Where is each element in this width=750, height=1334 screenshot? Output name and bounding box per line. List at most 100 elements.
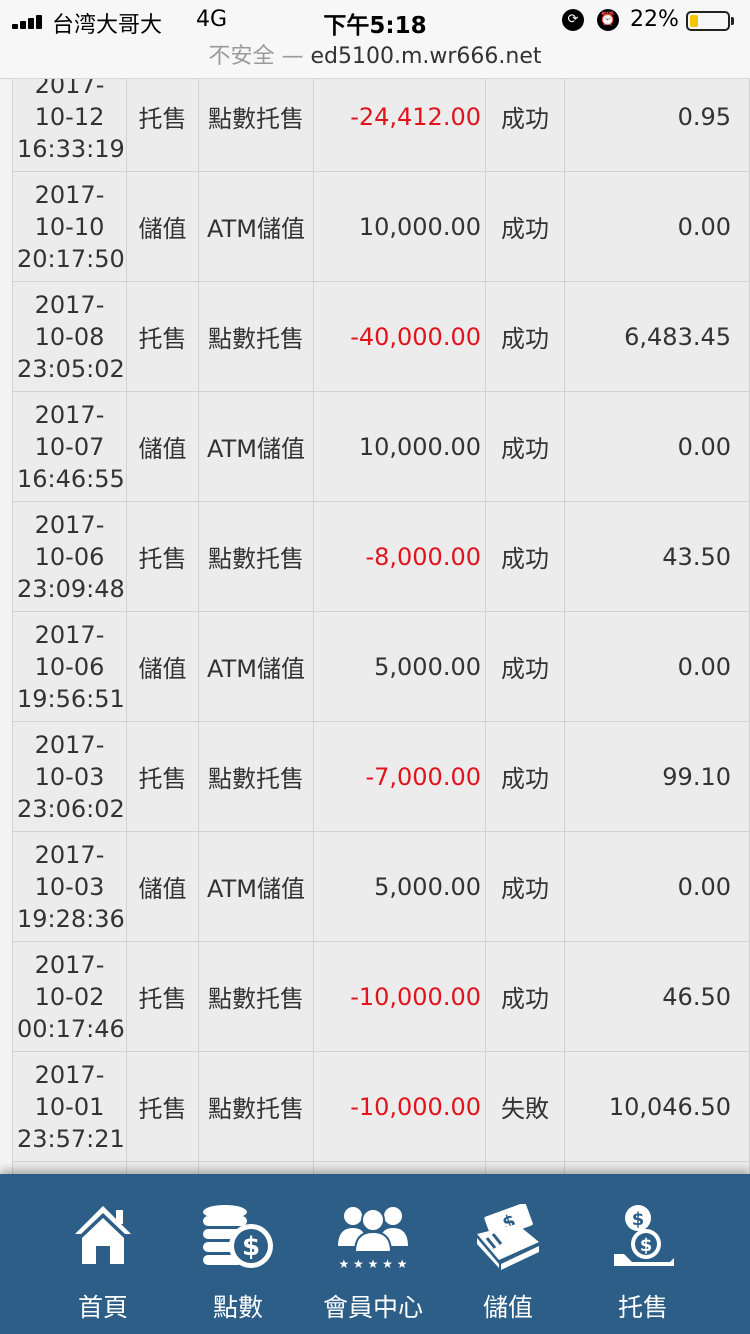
transaction-status: 成功 [485,501,565,612]
nav-sell-label: 托售 [617,1293,668,1322]
nav-points[interactable]: $ 點數 [163,1174,313,1334]
transaction-row: 2017- 10-10 20:17:50 儲值 ATM儲值 10,000.00 成功 0.00 [12,171,750,282]
nav-sell[interactable]: $ $ 托售 [568,1174,718,1334]
nav-members-label: 會員中心 [322,1293,423,1322]
transaction-description: 點數托售 [198,941,314,1052]
nav-points-label: 點數 [212,1293,263,1322]
battery-icon [686,11,730,31]
svg-text:★ ★ ★ ★ ★: ★ ★ ★ ★ ★ [338,1257,407,1270]
transaction-balance: 10,046.50 [564,1051,750,1162]
transaction-year: 2017- [34,950,105,979]
security-warning: 不安全 [208,44,275,69]
transaction-balance: 6,483.45 [564,281,750,392]
svg-text:$: $ [242,1232,260,1262]
transaction-type: 托售 [126,281,199,392]
transaction-balance: 0.00 [564,831,750,942]
transaction-type: 儲值 [126,391,199,502]
transaction-datetime: 2017- 10-06 23:09:48 [12,501,127,612]
transaction-description: ATM儲值 [198,391,314,502]
transaction-time: 23:57:21 [17,1124,125,1153]
transaction-amount: 5,000.00 [313,831,486,942]
transaction-status: 成功 [485,831,565,942]
transaction-type: 儲值 [126,831,199,942]
coins-icon: $ [163,1204,313,1274]
transaction-amount: 10,000.00 [313,171,486,282]
transaction-row: 2017- 10-03 19:28:36 儲值 ATM儲值 5,000.00 成功 0.00 [12,831,750,942]
transaction-status: 成功 [485,171,565,282]
transaction-time: 16:46:55 [17,464,125,493]
transaction-description: ATM儲值 [198,171,314,282]
transaction-year: 2017- [34,510,105,539]
transaction-time: 23:06:02 [17,794,125,823]
transaction-status: 失敗 [485,1051,565,1162]
sell-icon: $ $ [568,1204,718,1274]
transaction-balance: 0.00 [564,611,750,722]
transaction-date: 10-07 [34,432,105,461]
transaction-datetime: 2017- 10-06 19:56:51 [12,611,127,722]
transaction-datetime: 2017- 10-01 23:57:21 [12,1051,127,1162]
address-bar[interactable]: 不安全 — ed5100.m.wr666.net [0,38,750,70]
transaction-amount: -8,000.00 [313,501,486,612]
transaction-date: 10-02 [34,982,105,1011]
deposit-icon: $ [433,1204,583,1274]
transaction-time: 23:05:02 [17,354,125,383]
transaction-date: 10-01 [34,1092,105,1121]
transaction-balance: 0.00 [564,171,750,282]
transaction-date: 10-10 [34,212,105,241]
transaction-amount: 5,000.00 [313,611,486,722]
rotation-lock-icon: ⟳ [562,9,584,31]
transaction-type: 托售 [126,1051,199,1162]
transaction-row: 2017- 10-08 23:05:02 托售 點數托售 -40,000.00 成功 6,48… [12,281,750,392]
transaction-year: 2017- [34,730,105,759]
transaction-date: 10-03 [34,872,105,901]
transaction-year: 2017- [34,1060,105,1089]
transaction-datetime: 2017- 10-03 19:28:36 [12,831,127,942]
url-host: ed5100.m.wr666.net [310,44,542,69]
transaction-status: 成功 [485,721,565,832]
members-icon: ★ ★ ★ ★ ★ [298,1204,448,1274]
transaction-datetime: 2017- 10-07 16:46:55 [12,391,127,502]
transaction-date: 10-06 [34,542,105,571]
transaction-type: 托售 [126,501,199,612]
transaction-type: 儲值 [126,611,199,722]
transaction-row: 2017- 10-03 23:06:02 托售 點數托售 -7,000.00 成功 99.10 [12,721,750,832]
transaction-row: 2017- 10-06 19:56:51 儲值 ATM儲值 5,000.00 成功 0.00 [12,611,750,722]
transaction-year: 2017- [34,620,105,649]
transaction-status: 成功 [485,941,565,1052]
transaction-time: 19:28:36 [17,904,125,933]
transaction-year: 2017- [34,290,105,319]
transaction-description: 點數托售 [198,721,314,832]
transaction-description: 點數托售 [198,281,314,392]
bottom-navigation: 首頁 $ 點數 ★ ★ ★ ★ ★ 會員中心 $ 儲值 $ $ 托售 [0,1174,750,1334]
transaction-status: 成功 [485,611,565,722]
transaction-row: 2017- 10-06 23:09:48 托售 點數托售 -8,000.00 成功 43.50 [12,501,750,612]
transaction-time: 23:09:48 [17,574,125,603]
alarm-icon: ⏰ [597,9,619,31]
nav-members[interactable]: ★ ★ ★ ★ ★ 會員中心 [298,1174,448,1334]
transaction-datetime: 2017- 10-02 00:17:46 [12,941,127,1052]
home-icon [28,1204,178,1274]
transaction-year: 2017- [34,400,105,429]
transaction-type: 托售 [126,941,199,1052]
transaction-year: 2017- [34,180,105,209]
nav-deposit[interactable]: $ 儲值 [433,1174,583,1334]
transaction-description: 點數托售 [198,1051,314,1162]
nav-home-label: 首頁 [77,1293,128,1322]
nav-deposit-label: 儲值 [482,1293,533,1322]
transaction-type: 儲值 [126,171,199,282]
battery-percent: 22% [630,7,679,32]
transaction-balance: 46.50 [564,941,750,1052]
transaction-time: 19:56:51 [17,684,125,713]
transaction-datetime: 2017- 10-10 20:17:50 [12,171,127,282]
transaction-datetime: 2017- 10-03 23:06:02 [12,721,127,832]
transaction-date: 10-12 [34,102,105,131]
transaction-balance: 0.00 [564,391,750,502]
browser-top-bar: 台湾大哥大 4G 下午5:18 ⟳ ⏰ 22% 不安全 — ed5100.m.w… [0,0,750,79]
transaction-amount: -10,000.00 [313,1051,486,1162]
transaction-amount: -10,000.00 [313,941,486,1052]
transaction-amount: -40,000.00 [313,281,486,392]
battery-nub [731,17,734,25]
nav-home[interactable]: 首頁 [28,1174,178,1334]
transaction-time: 00:17:46 [17,1014,125,1043]
transaction-row: 2017- 10-01 23:57:21 托售 點數托售 -10,000.00 失敗 10,0… [12,1051,750,1162]
